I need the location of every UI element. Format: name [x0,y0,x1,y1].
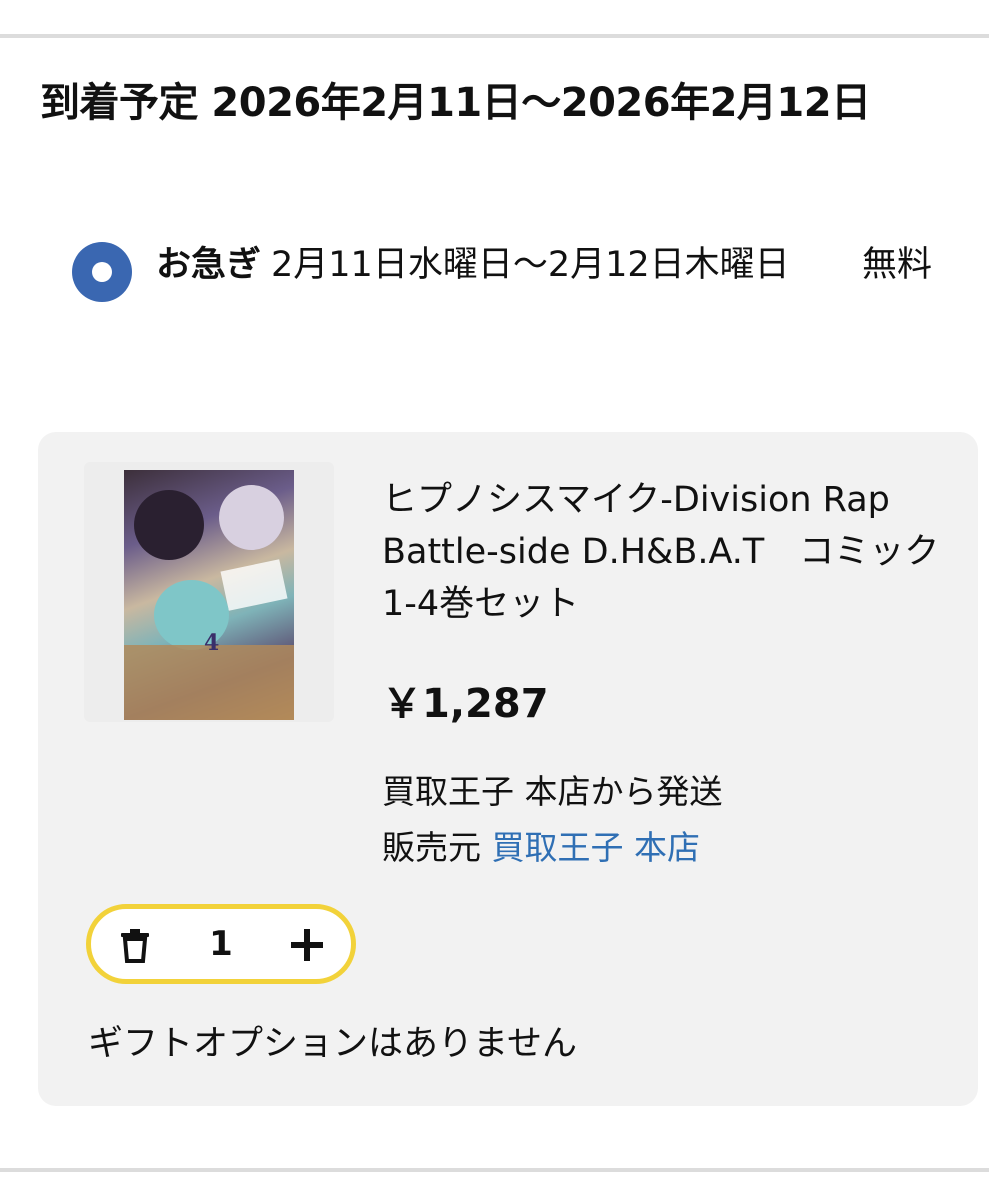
radio-selected-icon[interactable] [72,242,132,302]
cover-pattern [124,645,294,720]
shipping-speed-label: お急ぎ [156,245,262,285]
cover-figure [134,490,204,560]
cover-volume-number: 4 [204,630,220,656]
seller-line: 販売元 買取王子 本店 [382,824,700,872]
trash-icon[interactable] [115,925,155,965]
product-title-link[interactable]: ヒプノシスマイク-Division Rap Battle-side D.H&B.… [382,474,974,630]
cart-item-card: 4 ヒプノシスマイク-Division Rap Battle-side D.H&… [38,432,978,1106]
cover-figure [219,485,284,550]
seller-prefix: 販売元 [382,828,481,867]
shipping-price: 無料 [862,245,933,285]
shipping-option-text: お急ぎ 2月11日水曜日〜2月12日木曜日 [156,238,836,292]
cover-logo-shape [220,559,288,611]
book-cover-image: 4 [124,470,294,720]
radio-dot [92,262,112,282]
product-price: ￥1,287 [382,681,549,727]
quantity-stepper: 1 [86,904,356,984]
product-thumbnail[interactable]: 4 [84,462,334,722]
shipping-option-express[interactable]: お急ぎ 2月11日水曜日〜2月12日木曜日 無料 [72,238,962,348]
bottom-divider [0,1168,989,1172]
gift-option-text: ギフトオプションはありません [88,1024,577,1064]
quantity-value: 1 [209,924,233,964]
delivery-estimate-heading: 到着予定 2026年2月11日〜2026年2月12日 [40,80,871,126]
ships-from-text: 買取王子 本店から発送 [382,772,723,811]
shipping-date-range: 2月11日水曜日〜2月12日木曜日 [271,245,790,285]
plus-icon[interactable] [287,925,327,965]
seller-link[interactable]: 買取王子 本店 [492,828,701,867]
top-divider [0,34,989,38]
